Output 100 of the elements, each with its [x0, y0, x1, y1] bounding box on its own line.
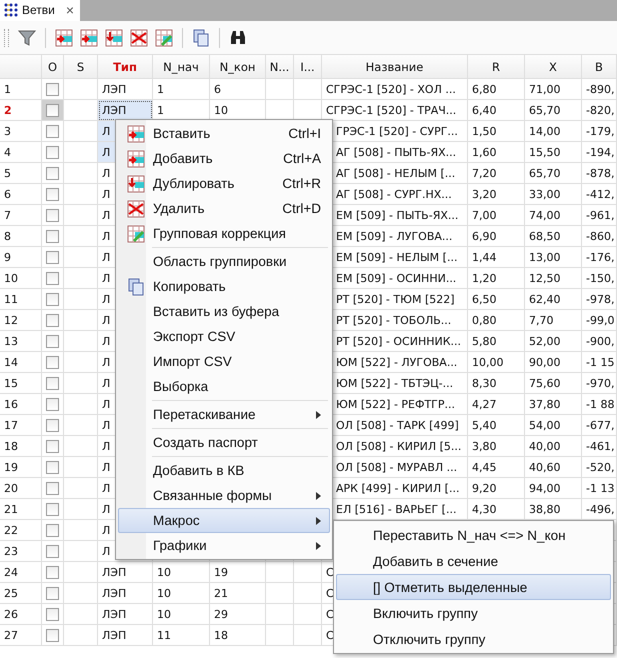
checkbox[interactable] — [46, 524, 59, 536]
menu-item[interactable]: Переставить N_нач <=> N_кон — [336, 522, 611, 548]
menu-item[interactable]: Отключить группу — [336, 626, 611, 652]
toolbar-button[interactable] — [153, 26, 175, 48]
table-cell: 94,00 — [529, 482, 560, 494]
row-number: 20 — [0, 478, 42, 499]
table-cell-text: АРК [499] - КИРИЛ [... — [335, 482, 460, 494]
checkbox[interactable] — [46, 398, 59, 410]
checkbox[interactable] — [46, 628, 59, 642]
table-cell: 74,00 — [529, 208, 560, 222]
row-number: 7 — [0, 205, 42, 226]
table-cell: С — [326, 608, 334, 620]
table-cell: 6 — [214, 82, 221, 96]
table-cell: -820, — [586, 104, 614, 116]
table-cell: ЛЭП — [98, 583, 153, 604]
table-cell: 10 — [157, 608, 171, 620]
table-cell: 14,00 — [529, 124, 560, 138]
checkbox[interactable] — [46, 314, 59, 326]
table-cell: 33,00 — [529, 188, 560, 200]
table-cell: ЛЭП — [98, 625, 153, 646]
toolbar-button[interactable] — [128, 26, 150, 48]
column-header[interactable]: N... — [266, 55, 294, 79]
table-cell-text: ЮМ [522] - РЕФТГР... — [335, 398, 456, 410]
grid-arrow-icon — [127, 150, 145, 168]
checkbox[interactable] — [46, 418, 59, 432]
checkbox[interactable] — [46, 608, 59, 620]
column-header[interactable]: I... — [294, 55, 322, 79]
table-cell: 71,00 — [529, 82, 560, 96]
checkbox[interactable] — [46, 586, 59, 600]
tab[interactable]: Ветви × — [0, 0, 80, 21]
table-cell: 0,80 — [472, 314, 496, 326]
table-cell-text: РТ [520] - ОСИННИК... — [335, 334, 462, 348]
table-cell: -496, — [586, 502, 614, 516]
table-cell: СГРЭС-1 [520] - ХОЛ ... — [326, 82, 456, 96]
copy-icon — [127, 278, 145, 296]
checkbox[interactable] — [46, 272, 59, 284]
checkbox[interactable] — [46, 146, 59, 158]
table-cell-text: ЕЛ [516] - ВАРЬЕГ [... — [335, 502, 456, 516]
column-header[interactable]: Тип — [98, 55, 153, 79]
column-header[interactable]: N_нач — [153, 55, 210, 79]
table-cell: 3,80 — [472, 440, 496, 452]
grid-pencil-icon — [127, 224, 145, 242]
menu-item[interactable]: [] Отметить выделенные — [336, 574, 611, 600]
checkbox[interactable] — [46, 334, 59, 348]
row-number: 1 — [0, 79, 42, 100]
table-cell: -150, — [586, 272, 614, 284]
menu-item[interactable]: Добавить в сечение — [336, 548, 611, 574]
table-cell: ЛЭП — [98, 100, 153, 121]
table-cell: 7,00 — [472, 208, 496, 222]
table-cell: 10 — [157, 566, 171, 578]
close-button[interactable]: × — [66, 2, 74, 18]
checkbox[interactable] — [46, 292, 59, 306]
checkbox[interactable] — [46, 82, 59, 96]
checkbox[interactable] — [46, 440, 59, 452]
row-number: 3 — [0, 121, 42, 142]
checkbox[interactable] — [46, 482, 59, 494]
table-cell: -179, — [586, 124, 614, 138]
menu-item[interactable]: Макрос — [118, 508, 330, 533]
grid-arrow-icon — [105, 28, 123, 46]
table-cell: 40,60 — [529, 460, 560, 474]
column-header[interactable]: S — [64, 55, 98, 79]
column-header[interactable]: R — [468, 55, 525, 79]
table-cell: 40,00 — [529, 440, 560, 452]
table-cell: 8,30 — [472, 376, 496, 390]
checkbox[interactable] — [46, 208, 59, 222]
toolbar-button[interactable] — [103, 26, 125, 48]
checkbox[interactable] — [46, 502, 59, 516]
row-number: 18 — [0, 436, 42, 457]
table-cell: 7,70 — [529, 314, 554, 326]
checkbox[interactable] — [46, 124, 59, 138]
menu-item[interactable]: Включить группу — [336, 600, 611, 626]
table-cell: 1,50 — [472, 124, 496, 138]
column-header[interactable]: Название — [322, 55, 468, 79]
checkbox[interactable] — [46, 250, 59, 264]
column-header[interactable]: N_кон — [210, 55, 266, 79]
row-number: 27 — [0, 625, 42, 646]
row-number: 5 — [0, 163, 42, 184]
table-cell: 4,30 — [472, 502, 496, 516]
table-cell: -970, — [586, 376, 614, 390]
checkbox[interactable] — [46, 188, 59, 200]
grid-arrow-icon — [80, 28, 98, 46]
table-cell: 4,27 — [472, 398, 496, 410]
column-header[interactable]: X — [525, 55, 582, 79]
grid-icon — [4, 3, 18, 17]
column-header[interactable]: О — [42, 55, 64, 79]
table-cell-text: АГ [508] - ПЫТЬ-ЯХ... — [335, 146, 456, 158]
checkbox[interactable] — [46, 356, 59, 368]
checkbox[interactable] — [46, 230, 59, 242]
checkbox[interactable] — [46, 376, 59, 390]
toolbar-button[interactable] — [53, 26, 75, 48]
table-cell: 6,90 — [472, 230, 496, 242]
column-header[interactable]: B — [582, 55, 617, 79]
row-number: 24 — [0, 562, 42, 583]
toolbar-button[interactable] — [78, 26, 100, 48]
table-cell: 6,50 — [472, 292, 496, 306]
table-cell: -412, — [586, 188, 614, 200]
checkbox[interactable] — [46, 166, 59, 180]
checkbox[interactable] — [46, 566, 59, 578]
checkbox[interactable] — [46, 460, 59, 474]
checkbox[interactable] — [46, 544, 59, 558]
